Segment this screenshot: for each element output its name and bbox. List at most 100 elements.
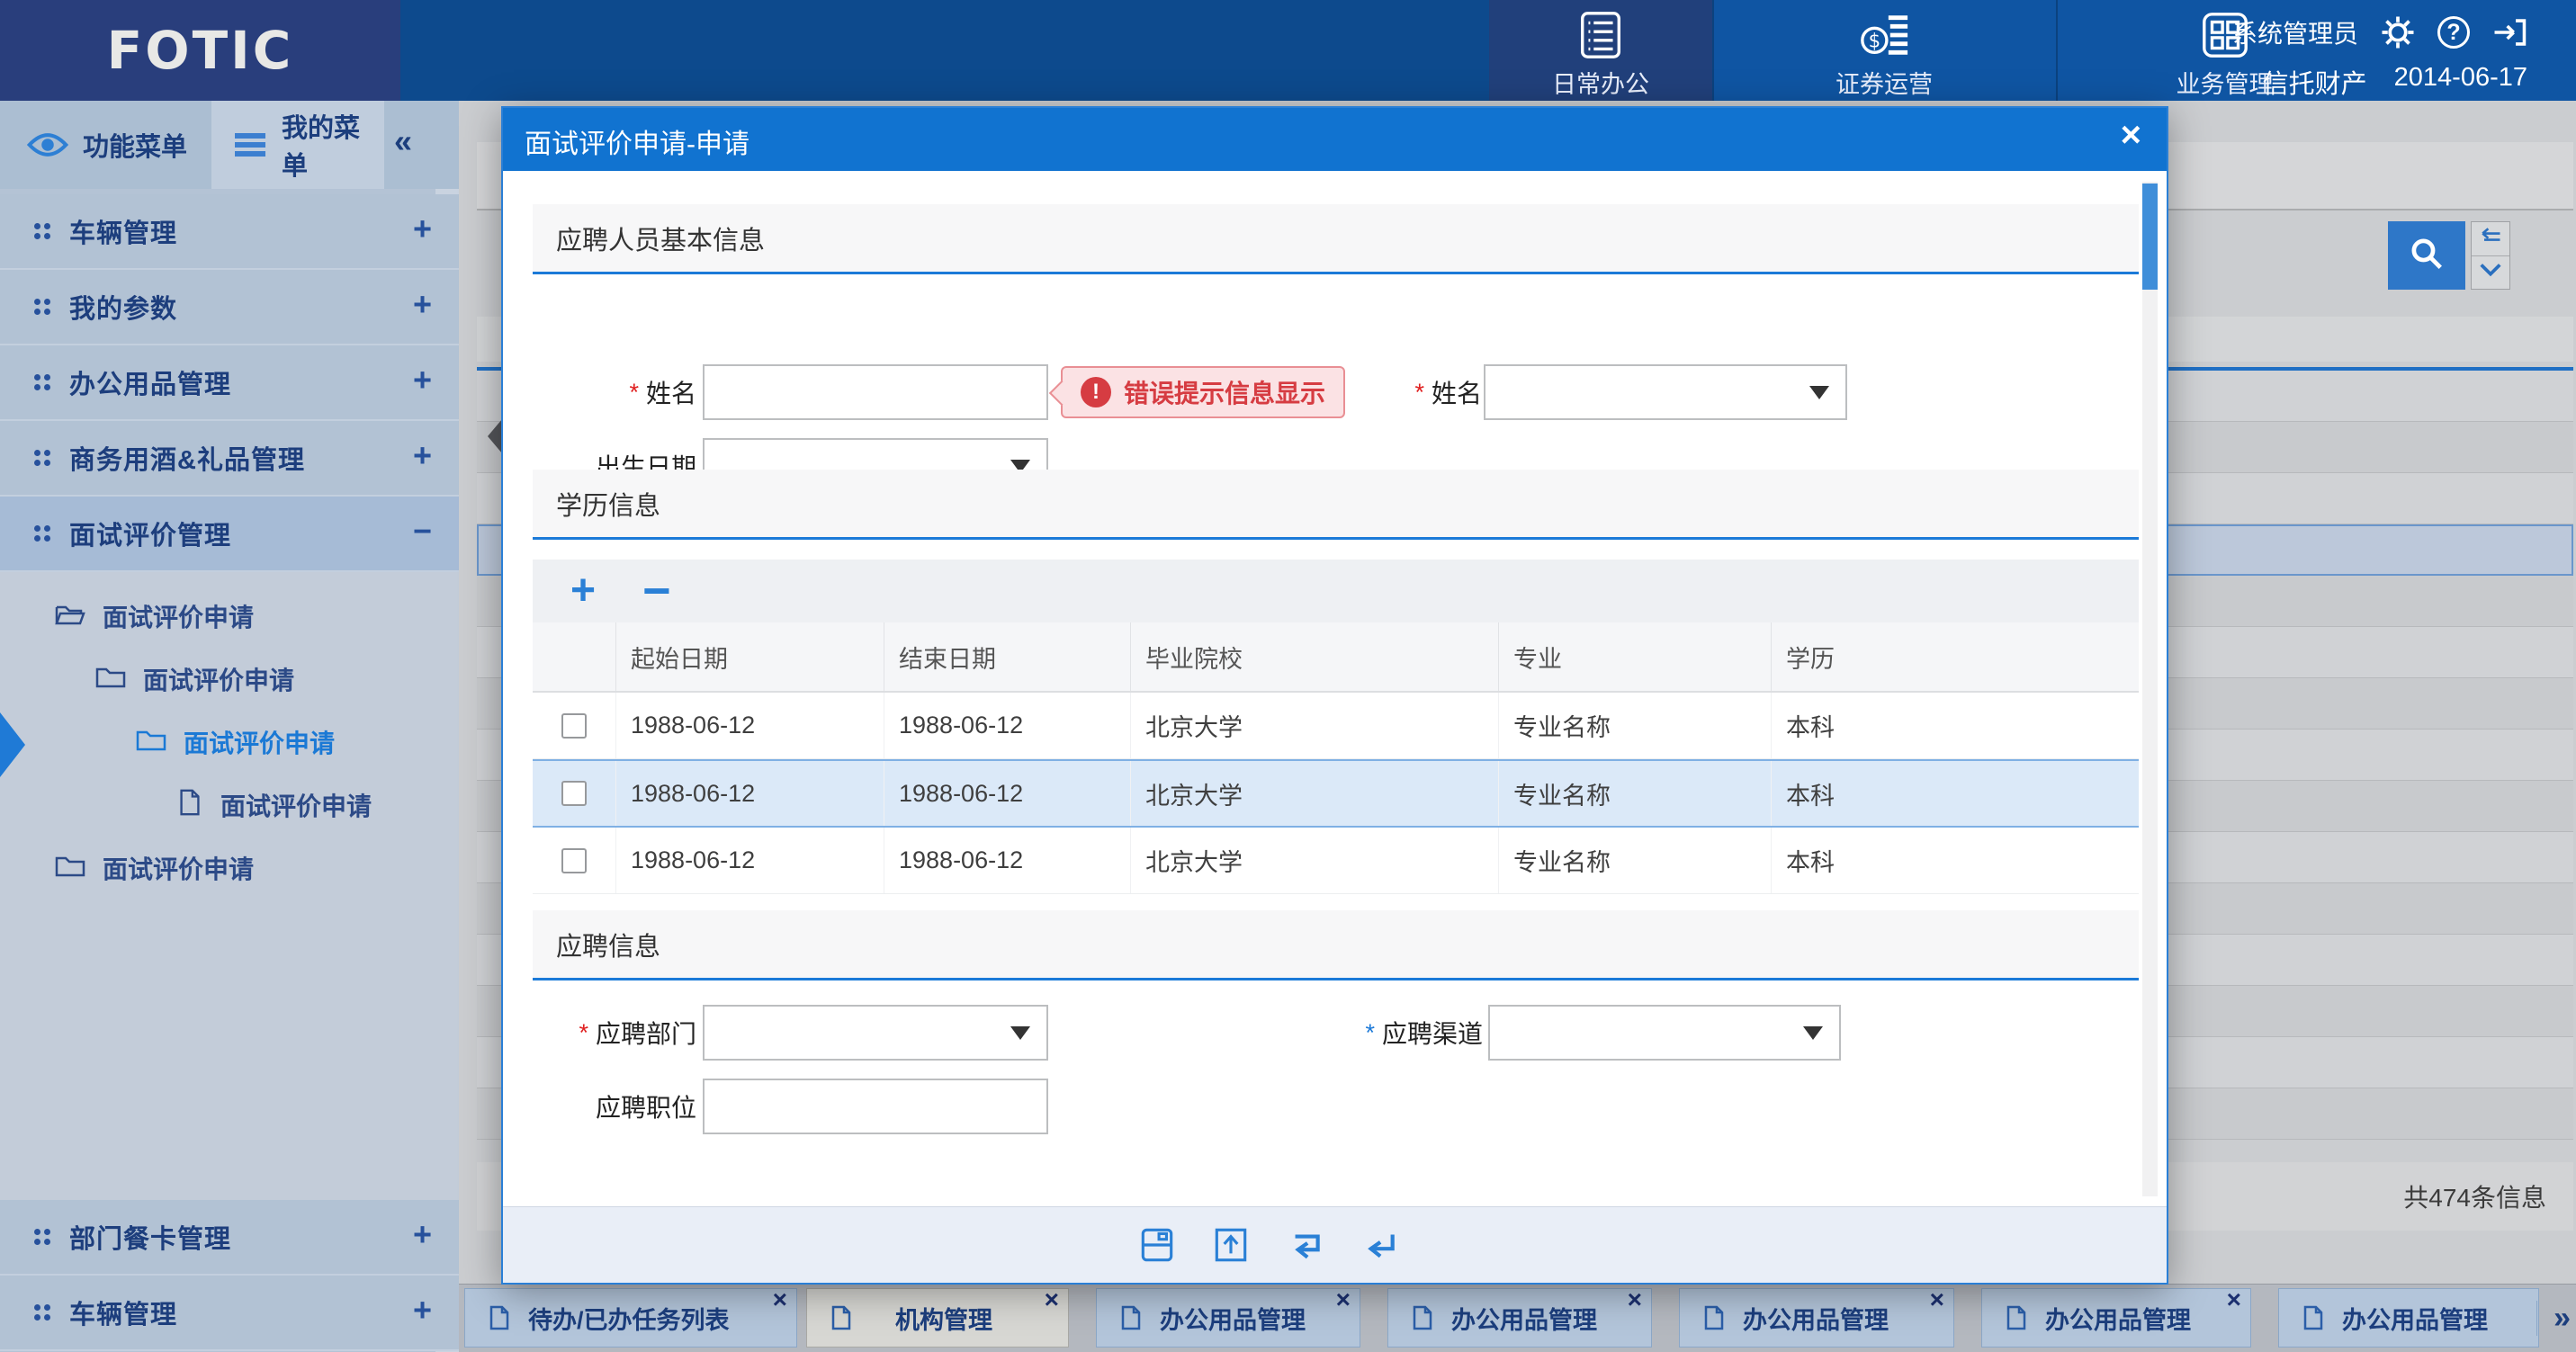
reset-button[interactable]: [2472, 222, 2509, 256]
expand-toggle[interactable]: +: [413, 1291, 432, 1329]
sidebar-group-office-supplies[interactable]: 办公用品管理 +: [0, 345, 459, 421]
add-row-button[interactable]: +: [570, 569, 596, 613]
tree-item-interview-apply-2[interactable]: 面试评价申请: [94, 648, 294, 711]
tree-item-interview-apply-1[interactable]: 面试评价申请: [54, 585, 254, 648]
sidebar-group-meal-card[interactable]: 部门餐卡管理 +: [0, 1200, 459, 1276]
tab-label: 办公用品管理: [2342, 1301, 2488, 1336]
collapse-sidebar-button[interactable]: «: [394, 122, 412, 160]
tree-item-interview-apply-4[interactable]: 面试评价申请: [175, 774, 372, 837]
position-input[interactable]: [703, 1079, 1048, 1134]
column-header[interactable]: 起始日期: [616, 622, 884, 691]
nav-tile-securities[interactable]: $ 证券运营: [1712, 0, 2056, 101]
dept-select[interactable]: [703, 1005, 1048, 1061]
table-row-selected[interactable]: 1988-06-12 1988-06-12 北京大学 专业名称 本科: [533, 759, 2139, 828]
help-icon[interactable]: ?: [2437, 16, 2470, 49]
svg-text:$: $: [1869, 31, 1881, 53]
tooltip-arrow: [1049, 381, 1074, 406]
modal-header[interactable]: 面试评价申请-申请 ×: [503, 108, 2167, 171]
expand-toggle[interactable]: +: [413, 210, 432, 247]
save-icon[interactable]: [1136, 1224, 1178, 1266]
tree-item-label: 面试评价申请: [103, 850, 254, 886]
required-mark: *: [1414, 379, 1424, 407]
expand-search-button[interactable]: [2472, 256, 2509, 290]
expand-toggle[interactable]: +: [413, 436, 432, 474]
name1-input[interactable]: [703, 364, 1048, 420]
tab-office-supplies-2[interactable]: 办公用品管理 ×: [1387, 1288, 1652, 1348]
tab-my-menu[interactable]: 我的菜单: [211, 101, 384, 189]
cell-school: 北京大学: [1131, 828, 1499, 893]
row-checkbox[interactable]: [561, 781, 587, 806]
column-header[interactable]: 学历: [1772, 622, 2139, 691]
nav-tile-daily-office[interactable]: 日常办公: [1489, 0, 1712, 101]
row-checkbox[interactable]: [561, 713, 587, 739]
expand-toggle[interactable]: +: [413, 361, 432, 398]
cell-major: 专业名称: [1499, 828, 1772, 893]
file-icon: [175, 788, 220, 823]
section-title: 应聘信息: [556, 926, 660, 963]
dropdown-arrow-icon: [1803, 1026, 1823, 1040]
tree-item-interview-apply-5[interactable]: 面试评价申请: [54, 837, 254, 900]
table-row[interactable]: 1988-06-12 1988-06-12 北京大学 专业名称 本科: [533, 828, 2139, 894]
field-label: 应聘渠道: [1382, 1015, 1483, 1051]
remove-row-button[interactable]: −: [642, 567, 671, 615]
nav-separator: [1712, 0, 1714, 101]
tab-office-supplies-5[interactable]: 办公用品管理: [2278, 1288, 2539, 1348]
tab-office-supplies-1[interactable]: 办公用品管理 ×: [1096, 1288, 1360, 1348]
tab-todo-task-list[interactable]: 待办/已办任务列表 ×: [464, 1288, 797, 1348]
search-button[interactable]: [2388, 221, 2465, 290]
sidebar: 功能菜单 我的菜单 « 车辆管理 + 我的参数 + 办公用品管理 +: [0, 101, 459, 1352]
cell-major: 专业名称: [1499, 693, 1772, 758]
coins-icon: $: [1857, 9, 1911, 61]
group-bullet-icon: [34, 450, 40, 456]
expand-toggle[interactable]: +: [413, 1215, 432, 1253]
tab-function-menu[interactable]: 功能菜单: [0, 101, 211, 189]
close-icon[interactable]: ×: [1930, 1285, 1944, 1314]
table-row[interactable]: 1988-06-12 1988-06-12 北京大学 专业名称 本科: [533, 693, 2139, 759]
required-mark: *: [1365, 1019, 1375, 1047]
cell-start-date: 1988-06-12: [616, 828, 884, 893]
checkbox-column-header: [533, 622, 616, 691]
record-count-text: 共474条信息: [2403, 1178, 2546, 1214]
upload-icon[interactable]: [1210, 1224, 1252, 1266]
close-icon[interactable]: ×: [773, 1285, 787, 1314]
cell-end-date: 1988-06-12: [884, 693, 1131, 758]
tree-item-interview-apply-3-selected[interactable]: 面试评价申请: [135, 711, 335, 774]
sidebar-group-business-gifts[interactable]: 商务用酒&礼品管理 +: [0, 421, 459, 497]
column-header[interactable]: 专业: [1499, 622, 1772, 691]
sidebar-group-my-params[interactable]: 我的参数 +: [0, 270, 459, 345]
search-aux-box: [2471, 221, 2510, 290]
sidebar-group-vehicle[interactable]: 车辆管理 +: [0, 194, 459, 270]
close-icon[interactable]: ×: [1628, 1285, 1642, 1314]
chevron-down-icon: [2478, 262, 2503, 282]
gear-icon[interactable]: [2380, 14, 2416, 50]
close-icon[interactable]: ×: [1045, 1285, 1059, 1314]
current-date: 2014-06-17: [2394, 63, 2527, 101]
group-label: 车辆管理: [69, 212, 177, 250]
column-header[interactable]: 结束日期: [884, 622, 1131, 691]
logout-icon[interactable]: [2491, 14, 2527, 50]
sidebar-group-interview-eval[interactable]: 面试评价管理 −: [0, 497, 459, 572]
more-tabs-button[interactable]: »: [2536, 1301, 2571, 1336]
logo-block: FOTIC: [0, 0, 400, 101]
sidebar-group-vehicle-2[interactable]: 车辆管理 +: [0, 1276, 459, 1351]
tab-office-supplies-4[interactable]: 办公用品管理 ×: [1981, 1288, 2251, 1348]
close-icon[interactable]: ×: [2121, 115, 2141, 156]
section-title: 学历信息: [556, 485, 660, 523]
close-icon[interactable]: ×: [2227, 1285, 2241, 1314]
tab-org-management[interactable]: 机构管理 ×: [806, 1288, 1069, 1348]
collapse-toggle[interactable]: −: [413, 512, 432, 550]
column-header[interactable]: 毕业院校: [1131, 622, 1499, 691]
modal-scrollbar-thumb[interactable]: [2142, 184, 2158, 290]
modal-scrollbar-track[interactable]: [2142, 182, 2158, 1196]
error-tooltip: ! 错误提示信息显示: [1061, 366, 1345, 418]
group-label: 我的参数: [69, 288, 177, 326]
channel-select[interactable]: [1488, 1005, 1841, 1061]
expand-toggle[interactable]: +: [413, 285, 432, 323]
name2-select[interactable]: [1484, 364, 1847, 420]
close-icon[interactable]: ×: [1336, 1285, 1351, 1314]
tab-label: 办公用品管理: [1451, 1301, 1597, 1336]
tab-office-supplies-3[interactable]: 办公用品管理 ×: [1679, 1288, 1954, 1348]
undo-icon[interactable]: [1284, 1224, 1325, 1266]
row-checkbox[interactable]: [561, 848, 587, 873]
enter-icon[interactable]: [1358, 1224, 1399, 1266]
